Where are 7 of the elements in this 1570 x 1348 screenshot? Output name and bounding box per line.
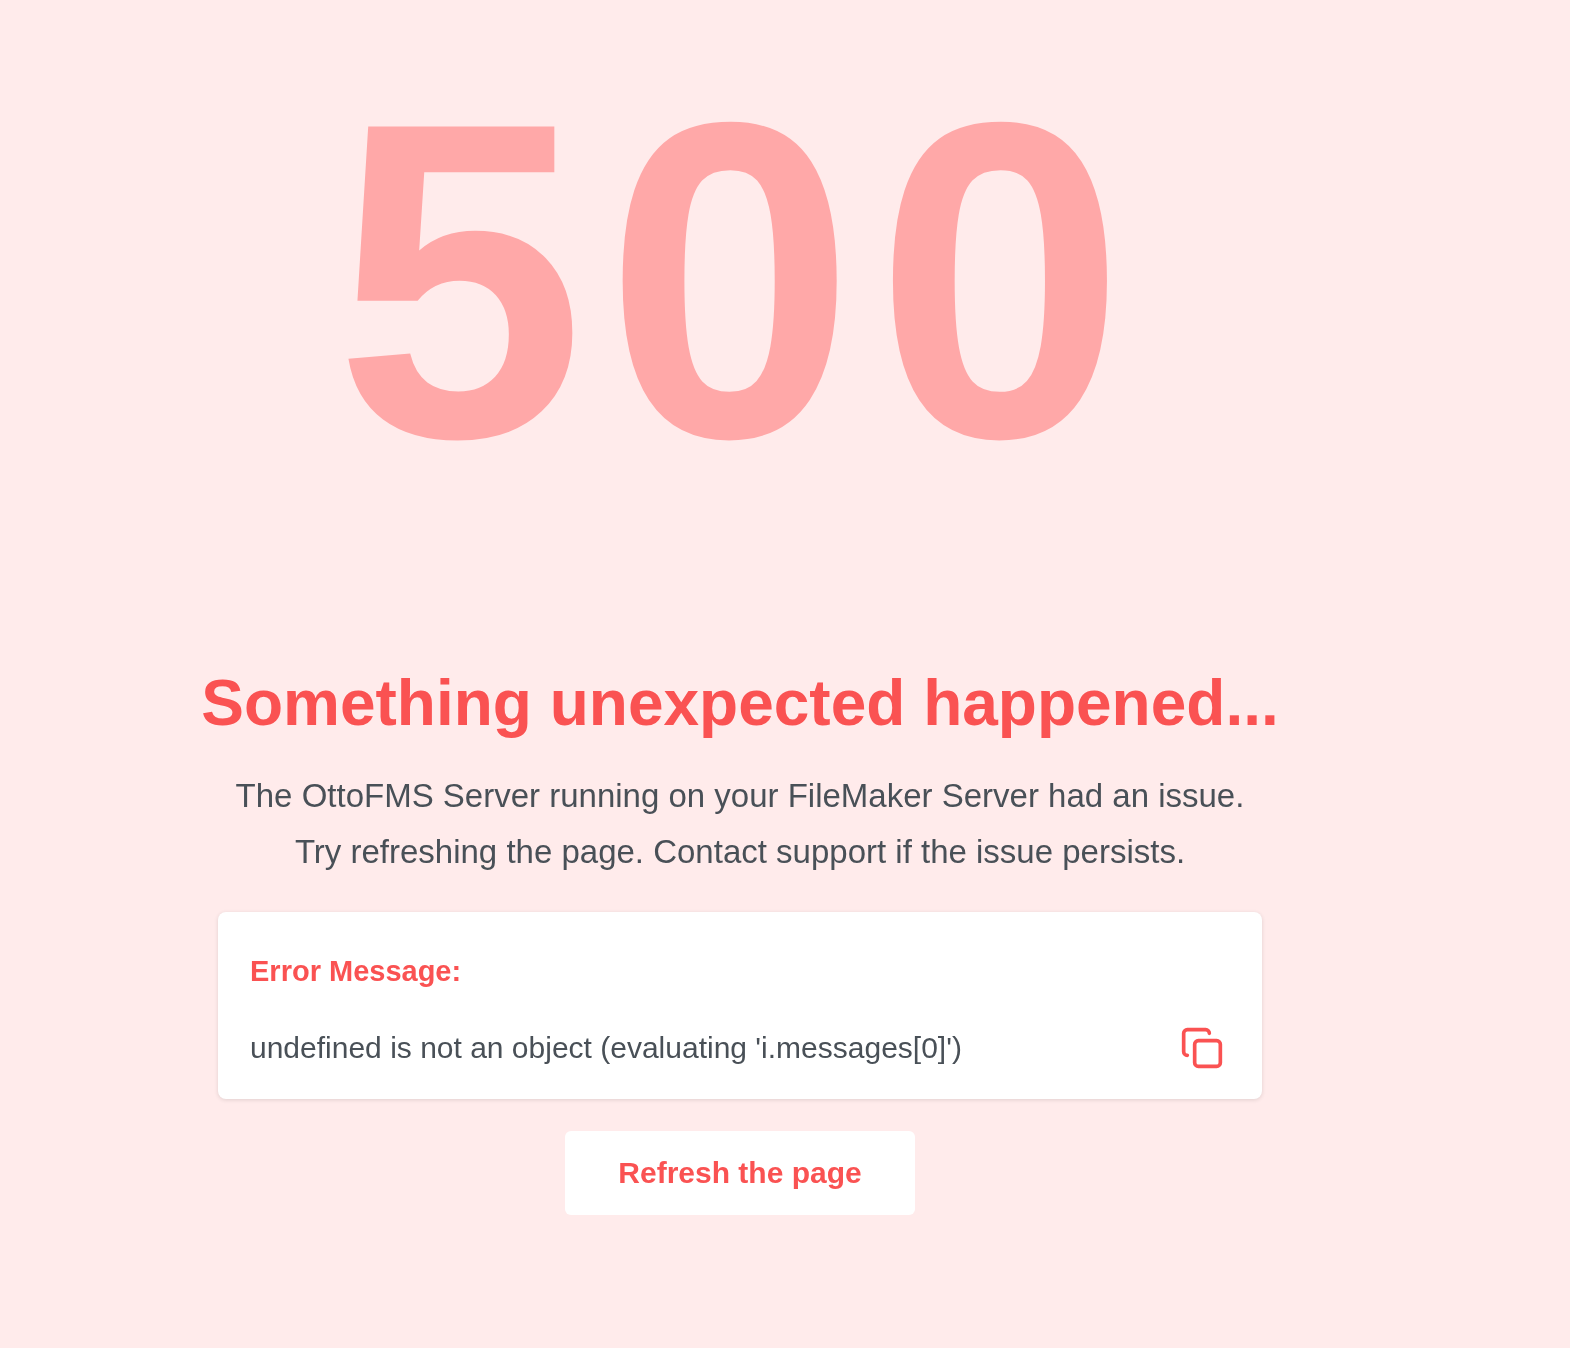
copy-icon[interactable] <box>1180 1025 1224 1070</box>
error-description: The OttoFMS Server running on your FileMaker Server had an issue. Try refreshing the page. Contact support if the issue persists. <box>234 775 1246 872</box>
error-code: 500 <box>334 40 1146 520</box>
error-heading: Something unexpected happened... <box>201 666 1279 741</box>
error-message: undefined is not an object (evaluating 'i.messages[0]') <box>250 1030 962 1067</box>
refresh-button[interactable]: Refresh the page <box>565 1130 915 1215</box>
error-label: Error Message: <box>250 953 463 989</box>
